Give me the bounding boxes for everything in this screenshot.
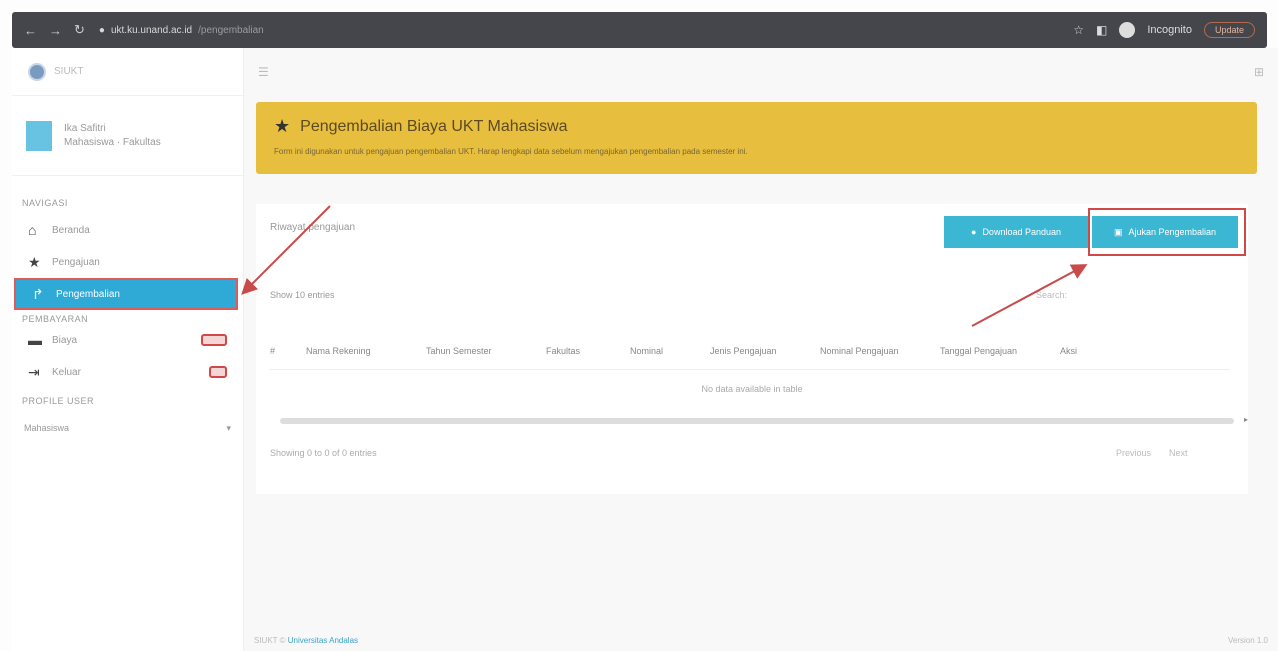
bookmark-star-icon[interactable]: ☆ bbox=[1073, 23, 1084, 37]
sidebar-item-beranda[interactable]: ⌂ Beranda bbox=[12, 214, 243, 246]
main-content: ☰ ⊞ ★ Pengembalian Biaya UKT Mahasiswa F… bbox=[244, 48, 1278, 651]
lock-icon: ● bbox=[98, 24, 105, 36]
share-icon: ↱ bbox=[32, 285, 44, 302]
update-button[interactable]: Update bbox=[1203, 22, 1255, 38]
table-header: # Nama Rekening Tahun Semester Fakultas … bbox=[270, 332, 1230, 370]
section-pembayaran: PEMBAYARAN bbox=[22, 314, 89, 324]
download-guide-button[interactable]: ● Download Panduan bbox=[944, 216, 1088, 248]
user-subtitle: Mahasiswa · Fakultas bbox=[64, 136, 161, 148]
url-host: ukt.ku.unand.ac.id bbox=[110, 24, 193, 36]
footer-version: Version 1.0 bbox=[1227, 636, 1268, 645]
plus-square-icon: ▣ bbox=[1113, 226, 1123, 237]
browser-nav: ← → ↻ bbox=[24, 22, 85, 38]
logout-icon: ⇥ bbox=[28, 363, 40, 380]
sidebar-item-biaya[interactable]: ▬ Biaya bbox=[12, 324, 243, 356]
page-header-alert: ★ Pengembalian Biaya UKT Mahasiswa Form … bbox=[256, 102, 1257, 174]
page-title: ★ Pengembalian Biaya UKT Mahasiswa bbox=[274, 116, 1239, 137]
reload-icon[interactable]: ↻ bbox=[74, 22, 85, 38]
sidebar-item-label: Keluar bbox=[52, 366, 81, 378]
footer-left-text: SIUKT © bbox=[254, 636, 288, 645]
topbar: ☰ ⊞ bbox=[244, 48, 1278, 96]
menu-toggle-icon[interactable]: ☰ bbox=[258, 65, 269, 79]
scroll-right-icon[interactable]: ▸ bbox=[1244, 415, 1248, 424]
column-header[interactable]: Jenis Pengajuan bbox=[710, 345, 820, 357]
address-bar[interactable]: ● ukt.ku.unand.ac.id /pengembalian bbox=[99, 25, 264, 36]
add-refund-label: Ajukan Pengembalian bbox=[1128, 227, 1217, 237]
star-icon: ★ bbox=[28, 253, 41, 270]
page-description: Form ini digunakan untuk pengajuan penge… bbox=[274, 147, 748, 156]
empty-table-message: No data available in table bbox=[701, 384, 803, 394]
data-card: Riwayat pengajuan ● Download Panduan ▣ A… bbox=[256, 204, 1248, 494]
column-header[interactable]: Tanggal Pengajuan bbox=[940, 345, 1060, 357]
table-info: Showing 0 to 0 of 0 entries bbox=[270, 448, 377, 458]
avatar bbox=[26, 120, 52, 151]
next-page-button[interactable]: Next bbox=[1169, 448, 1188, 458]
back-icon[interactable]: ← bbox=[24, 23, 37, 38]
sidebar-item-label: Biaya bbox=[52, 334, 78, 346]
download-guide-label: Download Panduan bbox=[982, 227, 1061, 237]
column-header[interactable]: Nama Rekening bbox=[306, 345, 426, 357]
card-heading: Riwayat pengajuan bbox=[270, 222, 356, 233]
brand[interactable]: SIUKT bbox=[12, 48, 243, 96]
entries-length-select[interactable]: Show 10 entries bbox=[270, 290, 335, 300]
sidebar-item-pengembalian[interactable]: ↱ Pengembalian bbox=[14, 278, 238, 310]
user-panel: Ika Safitri Mahasiswa · Fakultas bbox=[12, 96, 243, 176]
sidebar-item-label: Pengajuan bbox=[52, 256, 100, 268]
profile-icon[interactable] bbox=[1119, 22, 1136, 38]
footer-link[interactable]: Universitas Andalas bbox=[288, 636, 358, 645]
card-icon: ▬ bbox=[28, 332, 42, 348]
column-header[interactable]: Nominal Pengajuan bbox=[820, 345, 940, 357]
logo-icon bbox=[28, 62, 46, 81]
home-icon: ⌂ bbox=[28, 222, 37, 238]
grid-icon[interactable]: ⊞ bbox=[1254, 65, 1264, 79]
sidebar-item-label: Beranda bbox=[52, 224, 90, 236]
status-badge bbox=[201, 334, 227, 346]
browser-actions: ☆ ◧ Incognito Update bbox=[1073, 22, 1255, 38]
column-header[interactable]: Aksi bbox=[1060, 345, 1120, 357]
previous-page-button[interactable]: Previous bbox=[1116, 448, 1151, 458]
user-name: Ika Safitri bbox=[64, 122, 106, 134]
column-header[interactable]: Fakultas bbox=[546, 345, 630, 357]
forward-icon[interactable]: → bbox=[49, 23, 62, 38]
sidebar-item-pengajuan[interactable]: ★ Pengajuan bbox=[12, 246, 243, 278]
horizontal-scrollbar[interactable]: ▸ bbox=[280, 415, 1248, 424]
info-icon: ● bbox=[971, 227, 977, 237]
sidebar-item-keluar[interactable]: ⇥ Keluar bbox=[12, 356, 243, 388]
url-path: /pengembalian bbox=[198, 24, 264, 36]
page-title-text: Pengembalian Biaya UKT Mahasiswa bbox=[300, 117, 568, 135]
footer: SIUKT © Universitas Andalas Version 1.0 bbox=[244, 630, 1278, 651]
sidebar: SIUKT Ika Safitri Mahasiswa · Fakultas N… bbox=[12, 48, 244, 651]
column-header[interactable]: # bbox=[270, 345, 306, 357]
role-select-value: Mahasiswa bbox=[24, 423, 70, 433]
column-header[interactable]: Tahun Semester bbox=[426, 345, 546, 357]
sidepanel-icon[interactable]: ◧ bbox=[1096, 23, 1107, 37]
status-badge bbox=[209, 366, 227, 378]
role-select[interactable]: Mahasiswa ▾ bbox=[12, 414, 243, 442]
chevron-down-icon: ▾ bbox=[226, 422, 231, 433]
browser-toolbar: ← → ↻ ● ukt.ku.unand.ac.id /pengembalian… bbox=[12, 12, 1267, 48]
footer-copyright: SIUKT © Universitas Andalas bbox=[254, 636, 358, 645]
section-profile: PROFILE USER bbox=[22, 396, 95, 406]
column-header[interactable]: Nominal bbox=[630, 345, 710, 357]
add-refund-button[interactable]: ▣ Ajukan Pengembalian bbox=[1092, 216, 1238, 248]
pagination: Previous Next bbox=[1116, 448, 1188, 458]
profile-label: Incognito bbox=[1147, 24, 1192, 36]
search-label[interactable]: Search: bbox=[1036, 290, 1067, 300]
section-navigasi: NAVIGASI bbox=[22, 198, 68, 208]
app-name: SIUKT bbox=[54, 66, 84, 77]
star-icon: ★ bbox=[274, 116, 291, 136]
sidebar-item-label: Pengembalian bbox=[56, 288, 120, 300]
